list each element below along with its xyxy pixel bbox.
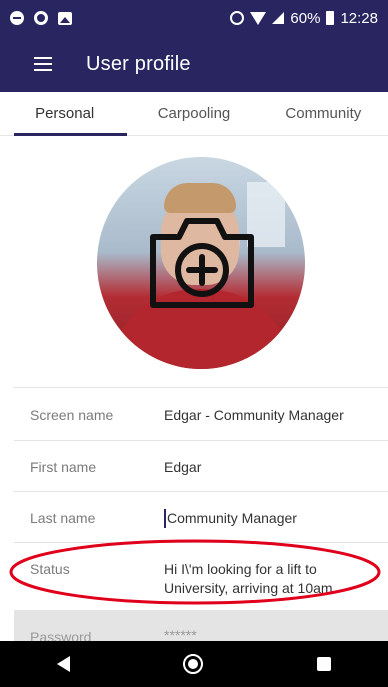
do-not-disturb-icon [10,11,24,25]
recent-apps-icon[interactable] [317,657,332,671]
signal-icon [272,12,285,24]
page-title: User profile [86,52,191,75]
hamburger-icon[interactable] [34,57,52,71]
field-label: Last name [30,510,96,526]
sync-icon [34,11,48,25]
field-value[interactable]: Community Manager [164,509,374,528]
system-nav-bar [0,641,388,687]
image-icon [58,11,72,25]
field-label: First name [30,459,97,475]
field-first-name[interactable]: First name Edgar [14,440,388,491]
field-last-name[interactable]: Last name Community Manager [14,491,388,542]
profile-photo[interactable] [97,157,305,369]
alarm-icon [230,11,245,25]
back-icon[interactable] [56,656,70,672]
field-value[interactable]: Edgar [164,458,374,477]
field-value[interactable]: Hi I\'m looking for a lift to University… [164,560,374,598]
battery-percentage: 60% [290,9,321,27]
field-value[interactable]: Edgar - Community Manager [164,406,374,425]
tab-carpooling[interactable]: Carpooling [129,92,258,135]
profile-tabs: Personal Carpooling Community [0,92,388,136]
status-bar: 60% 12:28 [0,0,388,36]
clock-time: 12:28 [340,9,378,27]
field-label: Screen name [30,407,114,423]
field-screen-name[interactable]: Screen name Edgar - Community Manager [14,387,388,440]
wifi-icon [250,11,267,25]
field-status[interactable]: Status Hi I\'m looking for a lift to Uni… [14,542,388,610]
tab-personal[interactable]: Personal [0,92,129,136]
add-photo-camera-icon[interactable] [149,215,255,309]
tab-community[interactable]: Community [259,92,388,135]
home-icon[interactable] [183,654,204,674]
photo-hair [164,183,236,213]
app-bar: User profile [0,36,388,92]
field-label: Status [30,561,70,577]
battery-icon [326,11,335,25]
